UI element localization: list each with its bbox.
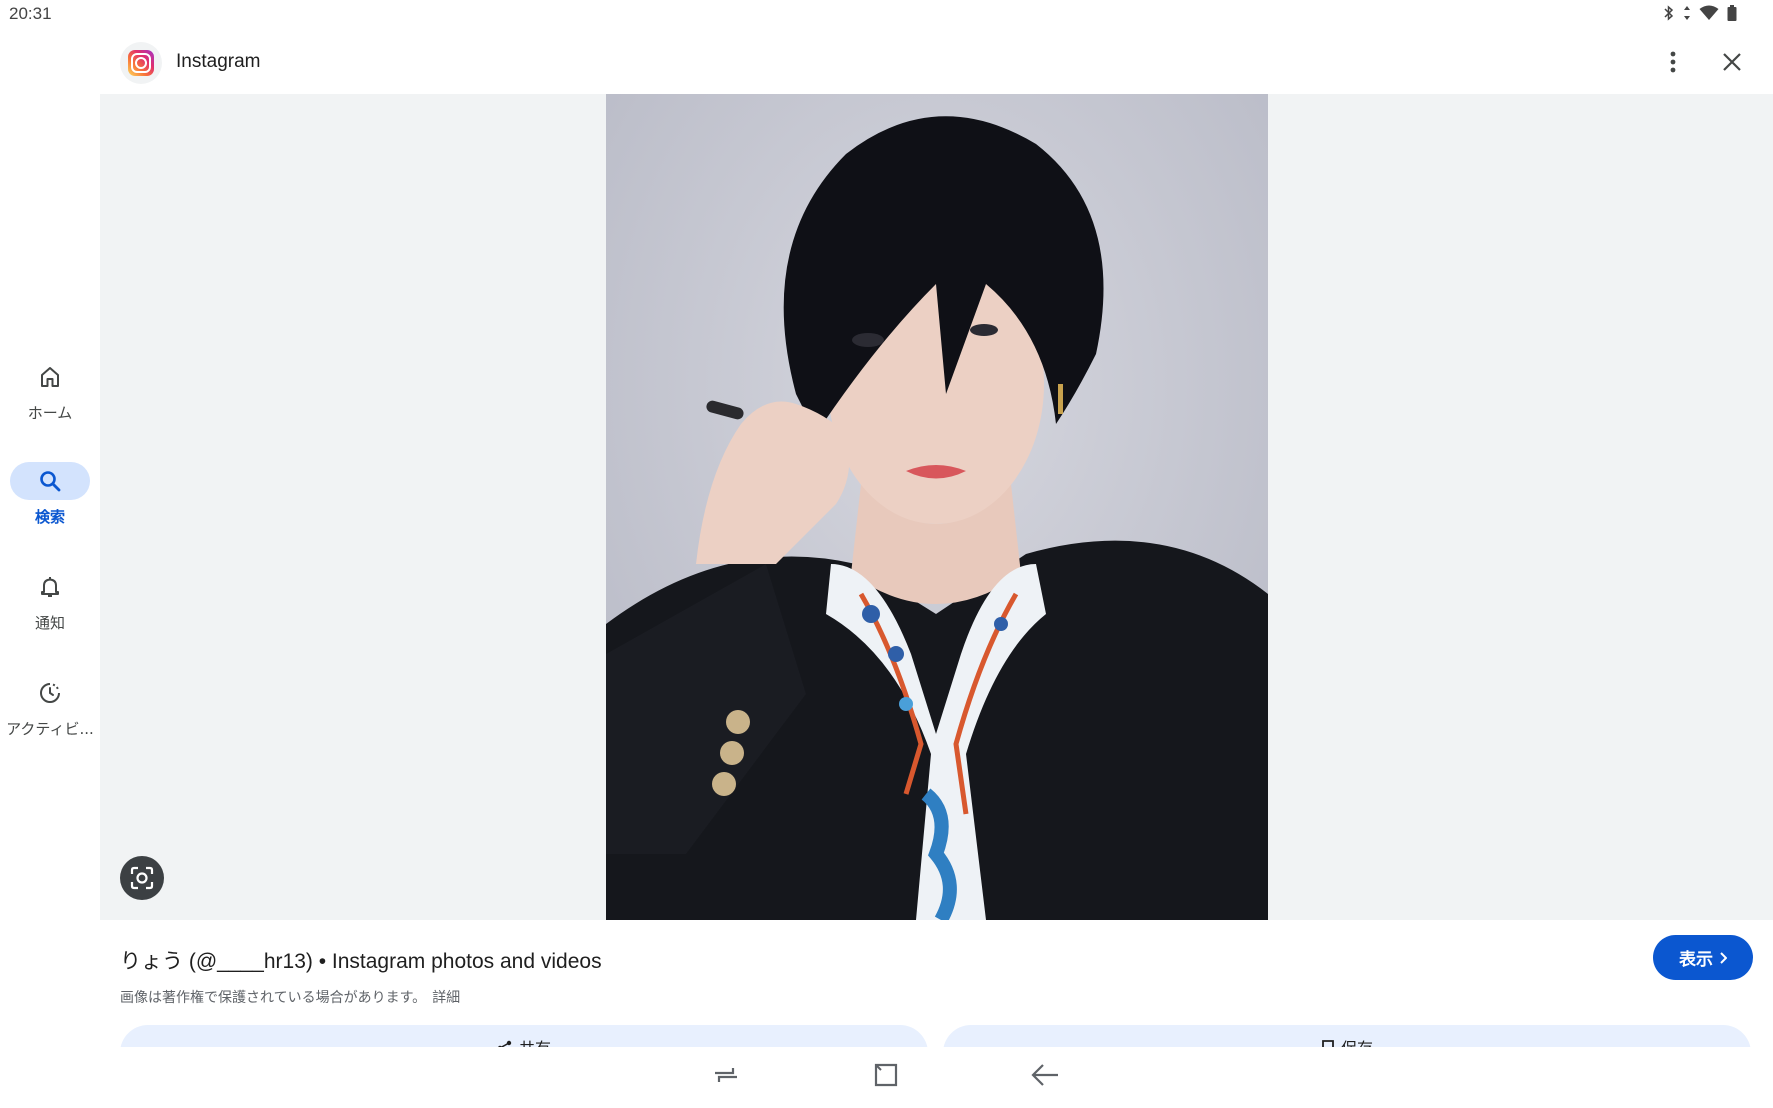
image-preview-area (100, 94, 1773, 920)
copyright-text: 画像は著作権で保護されている場合があります。 (120, 990, 427, 1006)
view-button-label: 表示 (1679, 950, 1713, 970)
nav-label-activity: アクティビ... (6, 720, 94, 738)
nav-label-search: 検索 (34, 508, 65, 526)
nav-item-home[interactable]: ホーム (0, 358, 100, 438)
home-button[interactable] (872, 1061, 900, 1093)
nav-item-activity[interactable]: アクティビ... (0, 674, 100, 754)
close-icon (1723, 53, 1741, 71)
recents-button[interactable] (712, 1061, 740, 1093)
more-options-button[interactable] (1655, 44, 1691, 80)
close-button[interactable] (1714, 44, 1750, 80)
copyright-notice: 画像は著作権で保護されている場合があります。 詳細 (120, 987, 460, 1007)
back-arrow-icon (1031, 1064, 1058, 1086)
chevron-right-icon (1720, 951, 1727, 964)
wifi-icon (1699, 5, 1719, 25)
bell-icon (41, 577, 59, 597)
status-time: 20:31 (9, 4, 52, 23)
activity-icon (40, 683, 60, 703)
app-title: Instagram (176, 51, 261, 72)
portrait-photo (606, 94, 1268, 920)
nav-item-search[interactable]: 検索 (0, 462, 100, 542)
lens-search-button[interactable] (120, 856, 164, 900)
data-arrows-icon (1683, 5, 1691, 25)
instagram-logo-icon[interactable] (120, 42, 162, 84)
battery-icon (1727, 5, 1737, 25)
nav-label-home: ホーム (27, 404, 73, 422)
nav-item-notifications[interactable]: 通知 (0, 568, 100, 648)
app-bar: Instagram (100, 40, 1760, 86)
nav-label-notifications: 通知 (34, 614, 65, 632)
result-title[interactable]: りょう (@____hr13) • Instagram photos and v… (120, 945, 602, 975)
view-button[interactable]: 表示 (1653, 935, 1753, 980)
system-navigation-bar (0, 1047, 1773, 1108)
recents-icon (715, 1068, 737, 1082)
result-image[interactable] (606, 94, 1268, 920)
home-square-icon (874, 1063, 898, 1087)
bluetooth-icon (1663, 5, 1675, 25)
status-bar: 20:31 (0, 0, 1773, 28)
detail-link[interactable]: 詳細 (432, 990, 460, 1006)
search-icon (40, 471, 61, 492)
back-button[interactable] (1030, 1061, 1060, 1093)
lens-icon (130, 866, 154, 890)
home-icon (41, 367, 59, 387)
more-vert-icon (1670, 51, 1676, 73)
status-icons (1663, 5, 1737, 25)
